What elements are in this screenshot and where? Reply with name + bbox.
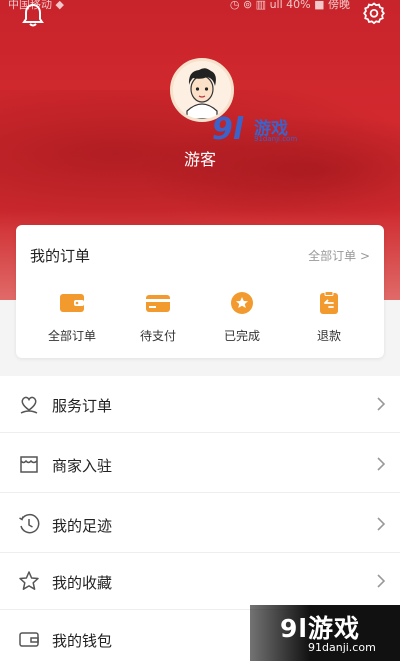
chevron-right-icon xyxy=(376,456,386,472)
card-icon xyxy=(145,291,171,315)
menu-item-footprints[interactable]: 我的足迹 xyxy=(0,496,400,553)
star-icon xyxy=(18,570,40,592)
watermark-logo: 9l 游戏 91danji.com xyxy=(210,110,310,150)
all-orders-link[interactable]: 全部订单 > xyxy=(308,247,370,264)
menu-item-merchant-join[interactable]: 商家入驻 xyxy=(0,436,400,493)
menu-item-service-orders[interactable]: 服务订单 xyxy=(0,376,400,433)
menu-item-label: 商家入驻 xyxy=(52,457,113,475)
wallet-icon xyxy=(59,291,85,315)
wallet-outline-icon xyxy=(18,628,40,650)
orders-title: 我的订单 xyxy=(30,247,91,265)
username[interactable]: 游客 xyxy=(0,146,400,170)
watermark-url: 91danji.com xyxy=(254,135,298,143)
order-completed-label: 已完成 xyxy=(223,329,260,343)
badge-icon xyxy=(229,291,255,315)
order-refund-label: 退款 xyxy=(316,329,341,343)
order-completed-button[interactable]: 已完成 xyxy=(202,291,282,344)
status-bar: 中国移动 ◆ ◷ ⊚ ▥ ull 40% ■ 傍晚 xyxy=(0,0,400,12)
order-all-button[interactable]: 全部订单 xyxy=(32,291,112,344)
watermark-url: 91danji.com xyxy=(308,641,376,654)
my-orders-card: 我的订单 全部订单 > 全部订单 待支付 已完成 退款 xyxy=(16,225,384,358)
clock-icon xyxy=(18,513,40,535)
order-all-label: 全部订单 xyxy=(47,329,96,343)
menu-item-label: 我的足迹 xyxy=(52,517,113,535)
heart-hand-icon xyxy=(18,393,40,415)
svg-text:9l: 9l xyxy=(212,112,244,146)
watermark-banner: 9l游戏 91danji.com xyxy=(250,605,400,661)
watermark-brand: 9l游戏 xyxy=(280,614,360,643)
menu-item-favorites[interactable]: 我的收藏 xyxy=(0,553,400,610)
store-icon xyxy=(18,453,40,475)
bell-icon[interactable] xyxy=(20,2,46,28)
order-unpaid-button[interactable]: 待支付 xyxy=(118,291,198,344)
menu-item-label: 服务订单 xyxy=(52,397,113,415)
chevron-right-icon xyxy=(376,396,386,412)
status-indicators: ◷ ⊚ ▥ ull 40% ■ 傍晚 xyxy=(229,0,350,11)
refund-icon xyxy=(316,291,342,315)
chevron-right-icon xyxy=(376,516,386,532)
menu-item-label: 我的钱包 xyxy=(52,632,113,650)
order-unpaid-label: 待支付 xyxy=(139,329,176,343)
order-refund-button[interactable]: 退款 xyxy=(289,291,369,344)
gear-icon[interactable] xyxy=(362,2,386,26)
menu-item-label: 我的收藏 xyxy=(52,574,113,592)
chevron-right-icon xyxy=(376,573,386,589)
